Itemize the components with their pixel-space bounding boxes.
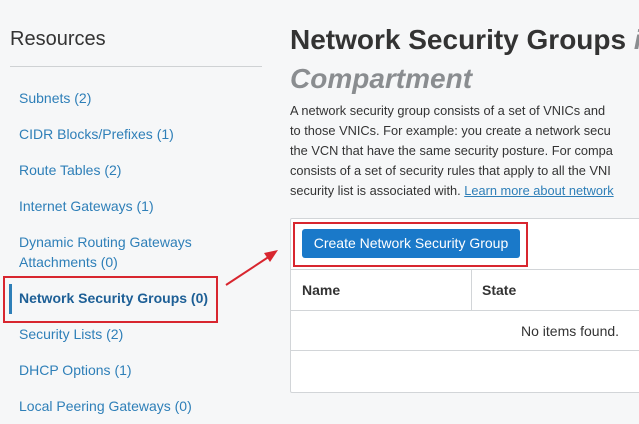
sidebar-item-dhcp-options[interactable]: DHCP Options (1) [19,360,259,380]
page: Resources Subnets (2) CIDR Blocks/Prefix… [0,0,639,424]
resources-heading: Resources [10,28,106,50]
nsg-table: Name State No items found. [291,269,639,351]
empty-message: No items found. [521,323,620,339]
sidebar-item-label: Attachments (0) [19,254,118,270]
page-title-suffix: in [634,24,639,55]
sidebar-item-label: Dynamic Routing Gateways [19,234,192,250]
description-line: A network security group consists of a s… [290,103,606,118]
table-header: Name State [291,269,639,311]
sidebar-item-internet-gateways[interactable]: Internet Gateways (1) [19,196,259,216]
sidebar-divider [10,66,262,67]
highlight-box-button [293,222,528,267]
sidebar-item-route-tables[interactable]: Route Tables (2) [19,160,259,180]
sidebar-item-cidr-blocks[interactable]: CIDR Blocks/Prefixes (1) [19,124,259,144]
description-text: security list is associated with. [290,183,465,198]
resources-sidebar: Resources Subnets (2) CIDR Blocks/Prefix… [0,0,272,424]
table-row: No items found. [291,311,639,351]
main-content: Network Security Groups in Compartment A… [290,0,639,424]
learn-more-link[interactable]: Learn more about network [464,183,613,198]
description-line: the VCN that have the same security post… [290,143,613,158]
column-divider [471,270,472,310]
sidebar-item-local-peering-gateways[interactable]: Local Peering Gateways (0) [19,396,259,416]
column-header-state[interactable]: State [482,270,516,310]
page-title-text: Network Security Groups [290,24,627,55]
page-title-compartment: Compartment [290,63,473,94]
sidebar-item-subnets[interactable]: Subnets (2) [19,88,259,108]
description-line: to those VNICs. For example: you create … [290,123,611,138]
highlight-box-sidebar [3,276,218,323]
description: A network security group consists of a s… [290,101,639,201]
annotation-arrow-icon [225,250,278,286]
column-header-name[interactable]: Name [302,270,340,310]
description-line: consists of a set of security rules that… [290,163,611,178]
page-title: Network Security Groups in Compartment [290,20,639,98]
sidebar-item-security-lists[interactable]: Security Lists (2) [19,324,259,344]
description-line: security list is associated with. Learn … [290,181,639,201]
nsg-list-panel: Create Network Security Group Name State… [290,218,639,393]
